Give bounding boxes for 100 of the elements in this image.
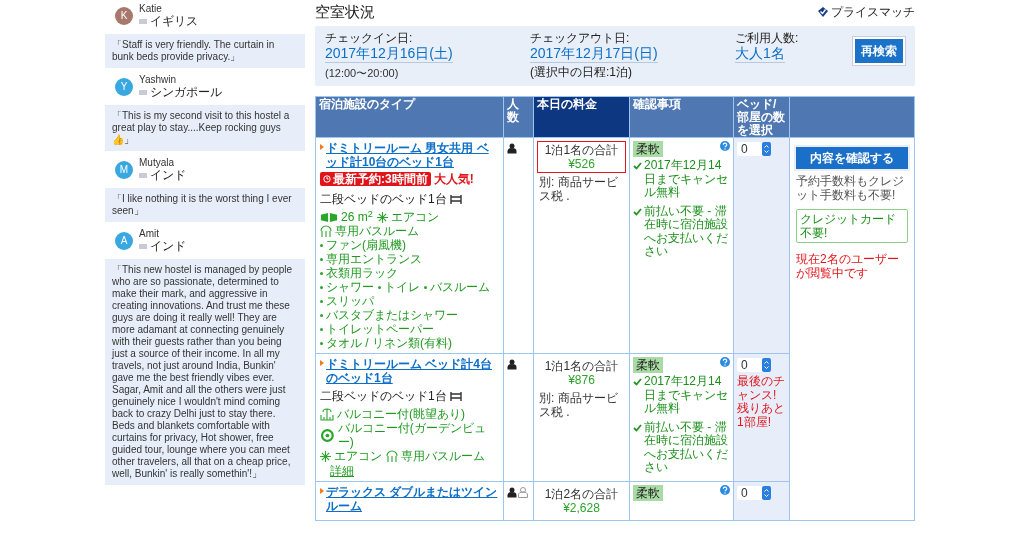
amenity-label: 26 m$^{2}$: [341, 210, 373, 224]
page-title: 空室状況: [315, 1, 375, 22]
caret-icon: [320, 144, 324, 150]
checkin-label: チェックイン日:: [325, 31, 414, 45]
amenity-label: バスタブまたはシャワー: [326, 308, 458, 322]
checkmark-icon: [633, 162, 642, 170]
amenity-label: シャワー: [326, 280, 374, 294]
avatar: K: [115, 6, 133, 25]
bullet-icon: [320, 271, 323, 275]
checkmark-icon: [633, 423, 642, 432]
no-fee-note: 予約手数料もクレジット手数料も不要!: [796, 174, 905, 202]
amenity-label: エアコン: [390, 210, 439, 224]
caret-icon: [320, 360, 324, 366]
check-badge-icon: [818, 7, 828, 17]
bullet-icon: [320, 341, 323, 345]
amenity-label: バルコニー付(ガーデンビュー): [337, 421, 487, 449]
bed-description: 二段ベッドのベッド1台: [320, 192, 447, 206]
reviewer-country: インド: [150, 169, 186, 182]
flag-icon: [139, 244, 147, 249]
flexible-badge: 柔軟: [633, 141, 663, 157]
search-again-button[interactable]: 再検索: [853, 37, 905, 65]
spinner-icon: [762, 486, 771, 500]
price-label: 1泊1名の合計: [544, 143, 619, 157]
bullet-icon: [320, 257, 323, 261]
bullet-icon: [378, 285, 381, 289]
amenity-label: スリッパ: [326, 294, 374, 308]
bunk-bed-icon: [449, 391, 462, 401]
details-link[interactable]: 詳細: [330, 464, 499, 478]
no-credit-card-note: クレジットカード不要!: [796, 209, 908, 243]
amenity-label: 衣類用ラック: [326, 266, 398, 280]
tax-note: 別: 商品サービス税 .: [539, 175, 619, 203]
spinner-icon: [762, 142, 771, 156]
reviewer-name: Mutyala: [139, 157, 175, 169]
checkmark-icon: [633, 378, 642, 386]
flag-icon: [139, 19, 147, 24]
reviewer-name: Katie: [139, 3, 163, 15]
floor-area-icon: [320, 211, 338, 223]
room-count-select[interactable]: 0: [737, 142, 771, 156]
amenity-label: タオル / リネン類(有料): [326, 336, 452, 350]
reviewer-name: Yashwin: [139, 74, 178, 86]
snowflake-icon: [320, 450, 331, 462]
price-value: ¥876: [568, 373, 595, 387]
help-icon[interactable]: [720, 141, 730, 151]
amenity-label: エアコン: [334, 449, 382, 463]
eye-icon: [320, 428, 335, 442]
column-header: ベッド/部屋の数を選択: [733, 96, 790, 138]
amenity-label: 専用バスルーム: [401, 449, 485, 463]
bullet-icon: [424, 285, 427, 289]
reviewer-country: イギリス: [150, 15, 198, 28]
bullet-icon: [320, 313, 323, 317]
help-icon[interactable]: [720, 485, 730, 495]
condition-text: 2017年12月14日までキャンセル無料: [644, 159, 729, 200]
bed-description: 二段ベッドのベッド1台: [320, 389, 447, 403]
column-header: 確認事項: [629, 96, 734, 138]
room-count-select[interactable]: 0: [737, 486, 771, 500]
caret-icon: [320, 488, 324, 494]
checkout-date-link[interactable]: 2017年12月17日(日): [530, 45, 658, 63]
amenity-label: 専用エントランス: [326, 252, 422, 266]
bullet-icon: [320, 327, 323, 331]
flag-icon: [139, 90, 147, 95]
amenity-label: ファン(扇風機): [326, 238, 406, 252]
flexible-badge: 柔軟: [633, 357, 663, 373]
balcony-icon: [320, 407, 334, 421]
bullet-icon: [320, 243, 323, 247]
price-label: 1泊1名の合計: [544, 359, 619, 373]
column-header: 宿泊施設のタイプ: [315, 96, 504, 138]
amenity-label: バルコニー付(眺望あり): [337, 407, 465, 421]
guests-link[interactable]: 大人1名: [735, 45, 785, 63]
amenity-label: トイレ: [384, 280, 420, 294]
review-text: 「This new hostel is managed by people who are so passionate, determined to make their mark, and aggressive in creating innovations. And trust me these guys are doing it really well! They are more adamant at connecting genuinely with their guests rather than you being just a source of their income. In all my travels, not just around India, Bunkin' gave me the best friendly vibes ever. Sagar, Amit and all the others were just genuinely nice I wouldn't mind coming back to crazy Delhi just to stay there. Beds and blankets comfortable with curtains for privacy, Hot shower, free guided tour, lounge where you can meet other travelers, all that on a cheap price, well, Bunkin' is really somethin'!」: [112, 264, 293, 479]
room-type-link[interactable]: ドミトリールーム ベッド計4台のベッド1台: [326, 357, 499, 385]
guests-label: ご利用人数:: [735, 31, 800, 45]
clock-icon: [323, 175, 331, 183]
confirm-details-button[interactable]: 内容を確認する: [796, 147, 908, 169]
reviewer-country: シンガポール: [150, 86, 222, 99]
tax-note: 別: 商品サービス税 .: [539, 391, 619, 419]
last-chance-warning: 最後のチャンス! 残りあと1部屋!: [737, 375, 786, 429]
popular-label: 大人気!: [433, 171, 474, 188]
checkin-date-link[interactable]: 2017年12月16日(土): [325, 45, 453, 63]
condition-text: 前払い不要 - 滞在時に宿泊施設へお支払いください: [644, 204, 729, 259]
amenity-label: トイレットペーパー: [326, 322, 434, 336]
shower-icon: [386, 450, 398, 462]
room-count-select[interactable]: 0: [737, 358, 771, 372]
checkin-hours: (12:00〜20:00): [325, 66, 400, 81]
reviewer-name: Amit: [139, 228, 160, 240]
recent-booking-badge: 最新予約:3時間前: [320, 172, 431, 186]
price-match-label: プライスマッチ: [831, 4, 915, 21]
shower-icon: [320, 225, 332, 237]
avatar: M: [115, 160, 133, 179]
bullet-icon: [320, 299, 323, 303]
amenity-label: 専用バスルーム: [335, 224, 419, 238]
price-label: 1泊2名の合計: [544, 487, 619, 501]
help-icon[interactable]: [720, 357, 730, 367]
bunk-bed-icon: [449, 194, 462, 204]
condition-text: 2017年12月14日までキャンセル無料: [644, 375, 729, 416]
flexible-badge: 柔軟: [633, 485, 663, 501]
room-type-link[interactable]: ドミトリールーム 男女共用 ベッド計10台のベッド1台: [326, 141, 499, 169]
checkmark-icon: [633, 207, 642, 216]
avatar: Y: [115, 77, 133, 96]
review-text: 「Staff is very friendly. The curtain in bunk beds provide privacy.」: [112, 39, 275, 62]
